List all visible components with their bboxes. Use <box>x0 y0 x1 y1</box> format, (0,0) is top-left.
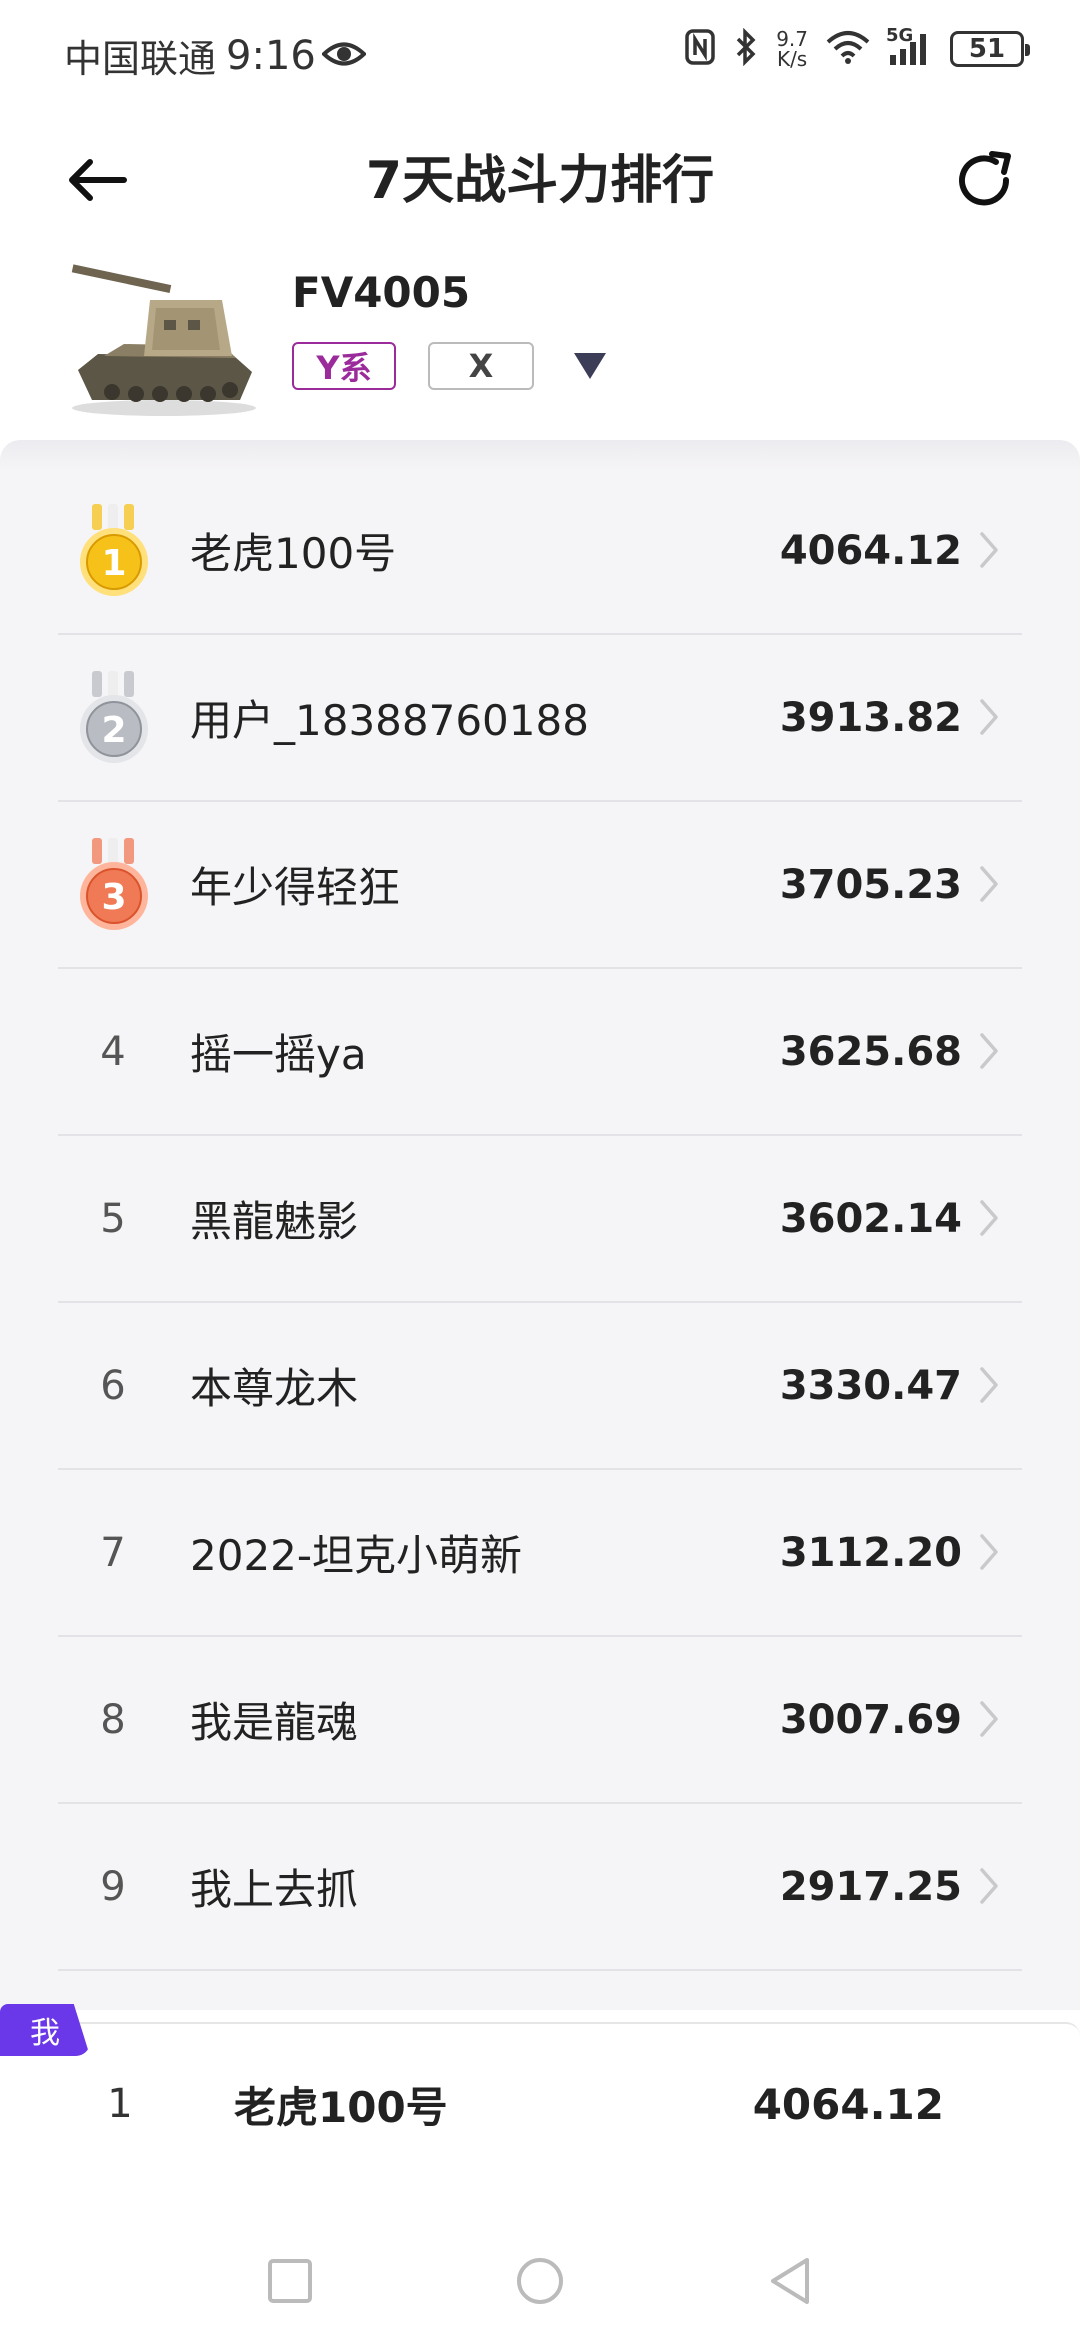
signal-icon: 5G <box>886 25 932 67</box>
wifi-icon <box>826 30 870 68</box>
rank-number: 5 <box>100 1195 126 1242</box>
triangle-back-icon <box>771 2258 809 2304</box>
player-name: 年少得轻狂 <box>190 863 401 912</box>
tier-tag[interactable]: X <box>428 342 534 390</box>
ranking-row[interactable]: 2 用户_18388760188 3913.82 <box>58 635 1022 802</box>
ranking-row[interactable]: 6 本尊龙木 3330.47 <box>58 1303 1022 1470</box>
player-name: 本尊龙木 <box>190 1364 359 1413</box>
ranking-list: 1 老虎100号 4064.12 2 用户_18388760188 3913.82 3 年少得… <box>0 440 1080 2010</box>
status-bar: 中国联通 9:16 9.7 K/s 5G 51 <box>0 0 1080 110</box>
net-speed: 9.7 K/s <box>776 27 808 71</box>
player-name: 我上去抓 <box>190 1865 359 1914</box>
chevron-right-icon <box>980 1701 998 1737</box>
battery-icon: 51 <box>950 31 1030 67</box>
rank-number: 4 <box>100 1028 126 1075</box>
player-name: 用户_18388760188 <box>190 696 589 745</box>
clock: 9:16 <box>226 32 316 79</box>
ranking-row[interactable]: 5 黑龍魅影 3602.14 <box>58 1136 1022 1303</box>
home-button[interactable] <box>510 2251 570 2311</box>
eye-icon <box>320 34 367 78</box>
rank-number: 8 <box>100 1696 126 1743</box>
chevron-right-icon <box>980 699 998 735</box>
chevron-right-icon <box>980 532 998 568</box>
player-name: 老虎100号 <box>190 529 397 578</box>
chevron-right-icon <box>980 1367 998 1403</box>
app-header: 7天战斗力排行 <box>0 110 1080 240</box>
circle-icon <box>517 2258 563 2304</box>
ranking-row[interactable]: 3 年少得轻狂 3705.23 <box>58 802 1022 969</box>
player-score: 3602.14 <box>779 1195 962 1242</box>
page-title: 7天战斗力排行 <box>365 151 715 211</box>
chevron-right-icon <box>980 1200 998 1236</box>
player-score: 3705.23 <box>779 861 962 908</box>
refresh-icon <box>959 151 1011 206</box>
refresh-button[interactable] <box>944 140 1024 220</box>
my-score: 4064.12 <box>752 2079 944 2129</box>
player-score: 2917.25 <box>779 1863 962 1910</box>
ranking-row[interactable]: 9 我上去抓 2917.25 <box>58 1804 1022 1971</box>
chevron-right-icon <box>980 1868 998 1904</box>
nfc-icon <box>684 28 716 70</box>
player-score: 3112.20 <box>779 1529 962 1576</box>
nation-tag[interactable]: Y系 <box>292 342 396 390</box>
carrier-label: 中国联通 <box>64 37 217 81</box>
ranking-row[interactable]: 4 摇一摇ya 3625.68 <box>58 969 1022 1136</box>
system-nav-bar <box>0 2222 1080 2340</box>
bronze-medal-icon: 3 <box>80 838 148 930</box>
player-score: 3330.47 <box>779 1362 962 1409</box>
player-name: 2022-坦克小萌新 <box>190 1531 523 1580</box>
silver-medal-icon: 2 <box>80 671 148 763</box>
player-score: 3913.82 <box>779 694 962 741</box>
vehicle-dropdown-button[interactable] <box>568 344 612 388</box>
gold-medal-icon: 1 <box>80 504 148 596</box>
rank-number: 7 <box>100 1529 126 1576</box>
back-nav-button[interactable] <box>760 2251 820 2311</box>
player-name: 黑龍魅影 <box>190 1197 359 1246</box>
bluetooth-icon <box>734 27 758 70</box>
chevron-right-icon <box>980 1033 998 1069</box>
rank-number: 6 <box>100 1362 126 1409</box>
player-score: 4064.12 <box>779 527 962 574</box>
chevron-right-icon <box>980 866 998 902</box>
my-name: 老虎100号 <box>234 2082 448 2132</box>
vehicle-name: FV4005 <box>292 268 471 317</box>
my-rank-card[interactable]: 我 1 老虎100号 4064.12 <box>0 2004 1080 2222</box>
player-name: 摇一摇ya <box>190 1030 367 1079</box>
tank-image <box>71 264 256 416</box>
my-rank-number: 1 <box>107 2081 133 2127</box>
triangle-down-icon <box>574 353 606 379</box>
chevron-right-icon <box>980 1534 998 1570</box>
ranking-row[interactable]: 1 老虎100号 4064.12 <box>58 468 1022 635</box>
rank-number: 9 <box>100 1863 126 1910</box>
recents-button[interactable] <box>260 2251 320 2311</box>
ranking-row[interactable]: 7 2022-坦克小萌新 3112.20 <box>58 1470 1022 1637</box>
player-score: 3007.69 <box>779 1696 962 1743</box>
player-name: 我是龍魂 <box>190 1698 359 1747</box>
vehicle-selector: FV4005 Y系 X <box>0 240 1080 440</box>
square-icon <box>268 2259 312 2303</box>
medal-rank-number: 3 <box>101 877 126 918</box>
player-score: 3625.68 <box>779 1028 962 1075</box>
ranking-row[interactable]: 8 我是龍魂 3007.69 <box>58 1637 1022 1804</box>
medal-rank-number: 2 <box>101 710 126 751</box>
medal-rank-number: 1 <box>101 543 126 584</box>
me-badge: 我 <box>0 2004 90 2056</box>
